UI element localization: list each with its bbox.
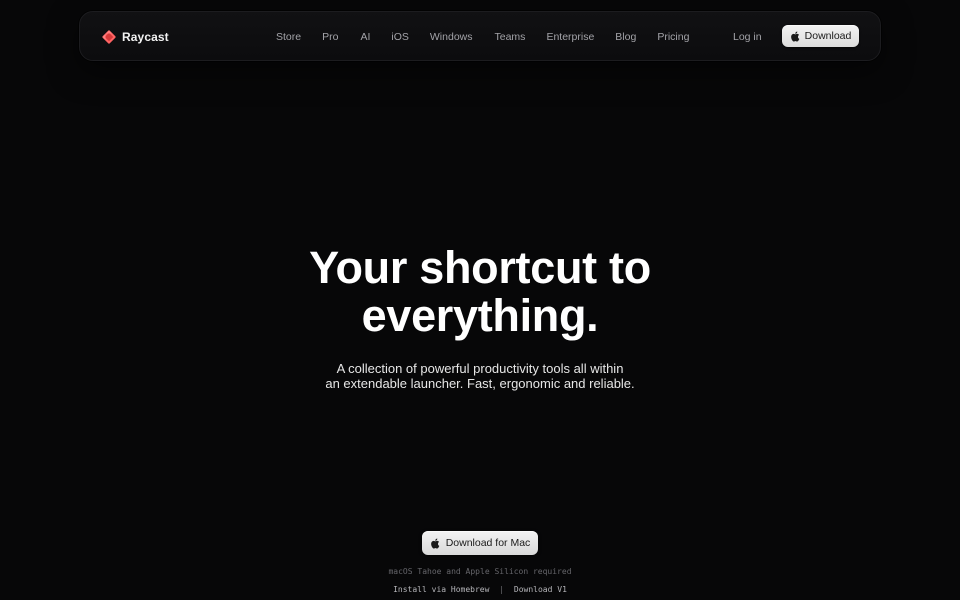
brand-link[interactable]: Raycast xyxy=(101,28,169,46)
nav-link-teams[interactable]: Teams xyxy=(495,29,526,45)
apple-icon xyxy=(790,30,799,42)
top-navigation: Raycast Store Pro AI iOS Windows Teams E… xyxy=(79,11,881,61)
install-homebrew-link[interactable]: Install via Homebrew xyxy=(393,585,489,594)
login-link[interactable]: Log in xyxy=(733,29,762,45)
nav-link-pricing[interactable]: Pricing xyxy=(657,29,689,45)
hero-title-line-1: Your shortcut to xyxy=(309,242,651,293)
hero-subtitle-line-2: an extendable launcher. Fast, ergonomic … xyxy=(325,376,635,391)
system-requirements: macOS Tahoe and Apple Silicon required xyxy=(388,567,572,576)
header-download-button[interactable]: Download xyxy=(782,25,859,47)
nav-links: Store Pro AI iOS Windows Teams Enterpris… xyxy=(276,29,689,45)
page: Raycast Store Pro AI iOS Windows Teams E… xyxy=(0,0,960,600)
raycast-logo-icon xyxy=(102,30,116,44)
link-separator: | xyxy=(499,585,505,594)
apple-icon xyxy=(430,537,439,549)
nav-link-pro[interactable]: Pro xyxy=(322,29,338,45)
hero-title: Your shortcut to everything. xyxy=(0,244,960,340)
download-for-mac-button[interactable]: Download for Mac xyxy=(422,531,538,555)
nav-link-windows[interactable]: Windows xyxy=(430,29,473,45)
nav-link-enterprise[interactable]: Enterprise xyxy=(546,29,594,45)
hero-title-line-2: everything. xyxy=(361,290,599,341)
nav-link-ios[interactable]: iOS xyxy=(391,29,409,45)
download-for-mac-label: Download for Mac xyxy=(445,537,531,549)
header-download-label: Download xyxy=(804,30,852,42)
download-v1-link[interactable]: Download V1 xyxy=(514,585,567,594)
install-options: Install via Homebrew | Download V1 xyxy=(0,584,960,596)
nav-link-blog[interactable]: Blog xyxy=(615,29,636,45)
hero-subtitle-line-1: A collection of powerful productivity to… xyxy=(336,361,624,376)
nav-link-ai[interactable]: AI xyxy=(360,29,370,45)
hero-subtitle: A collection of powerful productivity to… xyxy=(0,361,960,391)
nav-link-store[interactable]: Store xyxy=(276,29,301,45)
brand-name: Raycast xyxy=(122,30,169,44)
